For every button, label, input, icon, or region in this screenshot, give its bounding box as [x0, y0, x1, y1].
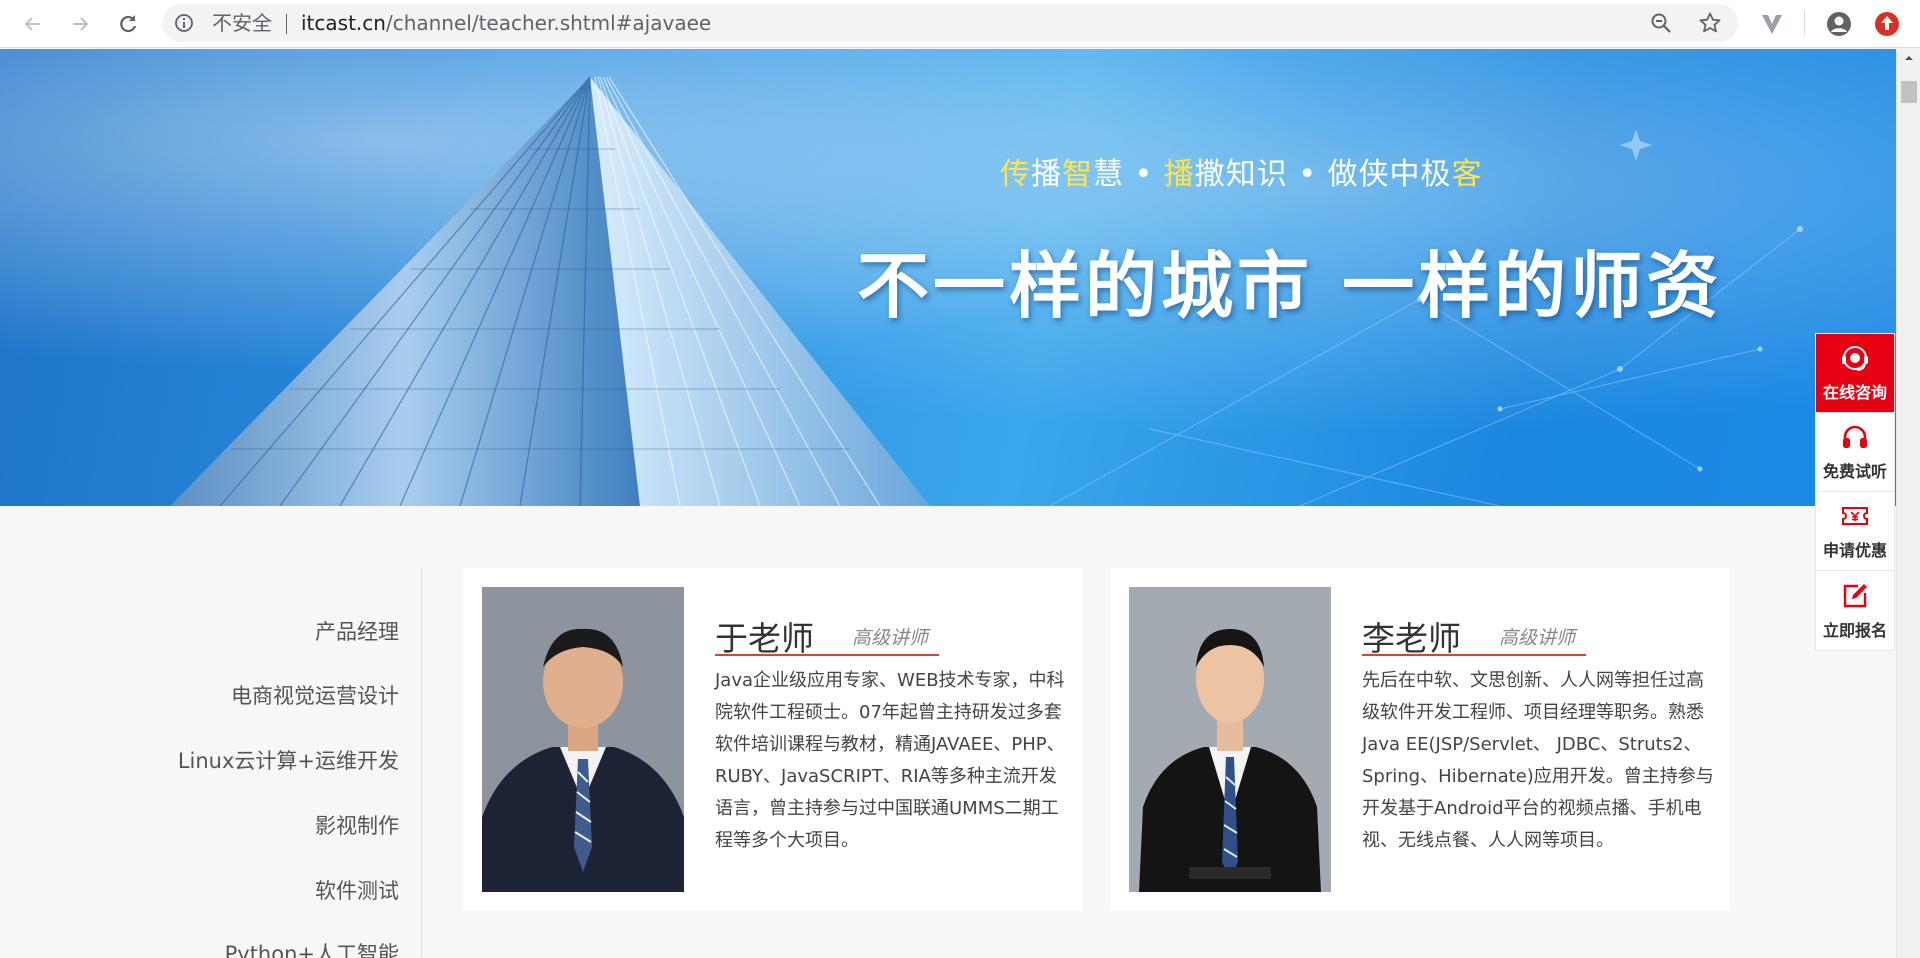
float-label: 免费试听	[1822, 462, 1887, 481]
headset-chat-icon	[1842, 346, 1868, 371]
page-scrollbar[interactable]	[1896, 49, 1920, 958]
extension-v-icon[interactable]	[1758, 10, 1786, 38]
float-label: 在线咨询	[1822, 383, 1887, 402]
float-label: 申请优惠	[1822, 541, 1887, 560]
name-underline	[1362, 654, 1586, 656]
teacher-description: Java企业级应用专家、WEB技术专家，中科院软件工程硕士。07年起曾主持研发过…	[715, 670, 1065, 851]
category-sidebar: 产品经理 电商视觉运营设计 Linux云计算+运维开发 影视制作 软件测试 Py…	[0, 568, 422, 958]
teacher-description: 先后在中软、文思创新、人人网等担任过高级软件开发工程师、项目经理等职务。熟悉Ja…	[1362, 670, 1714, 851]
free-trial-button[interactable]: 免费试听	[1816, 413, 1894, 492]
slogan-part: 传	[1000, 157, 1031, 192]
edit-icon	[1843, 583, 1867, 607]
headphones-icon	[1843, 425, 1867, 448]
url-text[interactable]: itcast.cn/channel/teacher.shtml#ajavaee	[301, 13, 711, 33]
slogan-part: 做侠中极	[1327, 157, 1452, 192]
profile-avatar-icon[interactable]	[1825, 10, 1853, 38]
browser-toolbar: 不安全 itcast.cn/channel/teacher.shtml#ajav…	[0, 0, 1920, 48]
coupon-icon	[1842, 507, 1868, 525]
float-label: 立即报名	[1822, 620, 1887, 640]
url-host: itcast.cn	[301, 11, 386, 35]
sidebar-item-software-testing[interactable]: 软件测试	[315, 875, 399, 905]
teacher-card: 于老师 高级讲师 Java企业级应用专家、WEB技术专家，中科院软件工程硕士。0…	[463, 568, 1083, 911]
address-bar[interactable]: 不安全 itcast.cn/channel/teacher.shtml#ajav…	[162, 4, 1738, 42]
back-arrow-icon	[24, 17, 40, 31]
apply-discount-button[interactable]: 申请优惠	[1816, 492, 1894, 571]
slogan-part: 慧	[1093, 157, 1124, 192]
sidebar-item-linux-cloud[interactable]: Linux云计算+运维开发	[178, 745, 399, 775]
name-underline	[715, 654, 939, 656]
hero-banner: 传播智慧 • 播撒知识 • 做侠中极客 不一样的城市 一样的师资	[0, 49, 1896, 506]
bookmark-star-icon[interactable]	[1698, 11, 1722, 35]
teacher-portrait-image	[1129, 587, 1331, 892]
teacher-photo	[1129, 587, 1331, 892]
teacher-card: 李老师 高级讲师 先后在中软、文思创新、人人网等担任过高级软件开发工程师、项目经…	[1110, 568, 1730, 911]
address-divider	[286, 14, 287, 34]
back-button[interactable]	[17, 8, 49, 40]
sidebar-item-ecommerce-design[interactable]: 电商视觉运营设计	[231, 680, 399, 710]
teacher-photo	[482, 587, 684, 892]
reload-icon	[120, 15, 137, 33]
forward-button[interactable]	[64, 8, 96, 40]
slogan-part: 智	[1062, 157, 1093, 192]
zoom-icon[interactable]	[1650, 12, 1672, 34]
online-consult-button[interactable]: 在线咨询	[1816, 334, 1894, 413]
teacher-portrait-image	[482, 587, 684, 892]
sidebar-item-film-production[interactable]: 影视制作	[315, 810, 399, 840]
floating-service-bar: 在线咨询 免费试听 申请优惠 立即报名	[1815, 333, 1895, 651]
banner-slogan: 传播智慧 • 播撒知识 • 做侠中极客	[1000, 149, 1483, 193]
slogan-bullet: •	[1287, 157, 1328, 192]
scroll-up-arrow[interactable]	[1897, 53, 1920, 69]
teacher-name: 李老师	[1362, 619, 1461, 658]
url-path: /channel/teacher.shtml#ajavaee	[385, 11, 712, 35]
sidebar-item-python-ai[interactable]: Python+人工智能	[225, 938, 399, 958]
slogan-part: 播	[1031, 157, 1062, 192]
security-label: 不安全	[212, 11, 272, 35]
banner-headline: 不一样的城市 一样的师资	[857, 244, 1723, 328]
scroll-up-icon	[1905, 56, 1913, 60]
info-icon[interactable]	[174, 13, 194, 33]
slogan-part: 播	[1163, 157, 1195, 192]
teacher-title: 高级讲师	[1499, 627, 1576, 649]
slogan-part: 撒知识	[1194, 157, 1288, 192]
toolbar-divider	[1804, 10, 1805, 36]
slogan-part: 客	[1451, 157, 1483, 192]
sidebar-item-product-manager[interactable]: 产品经理	[315, 616, 399, 646]
register-now-button[interactable]: 立即报名	[1816, 571, 1894, 650]
teacher-title: 高级讲师	[852, 627, 929, 649]
reload-button[interactable]	[112, 8, 144, 40]
scrollbar-thumb[interactable]	[1901, 81, 1917, 103]
slogan-bullet: •	[1124, 157, 1164, 192]
teacher-name: 于老师	[715, 619, 814, 658]
update-arrow-icon[interactable]	[1873, 10, 1901, 38]
forward-arrow-icon	[73, 17, 89, 31]
